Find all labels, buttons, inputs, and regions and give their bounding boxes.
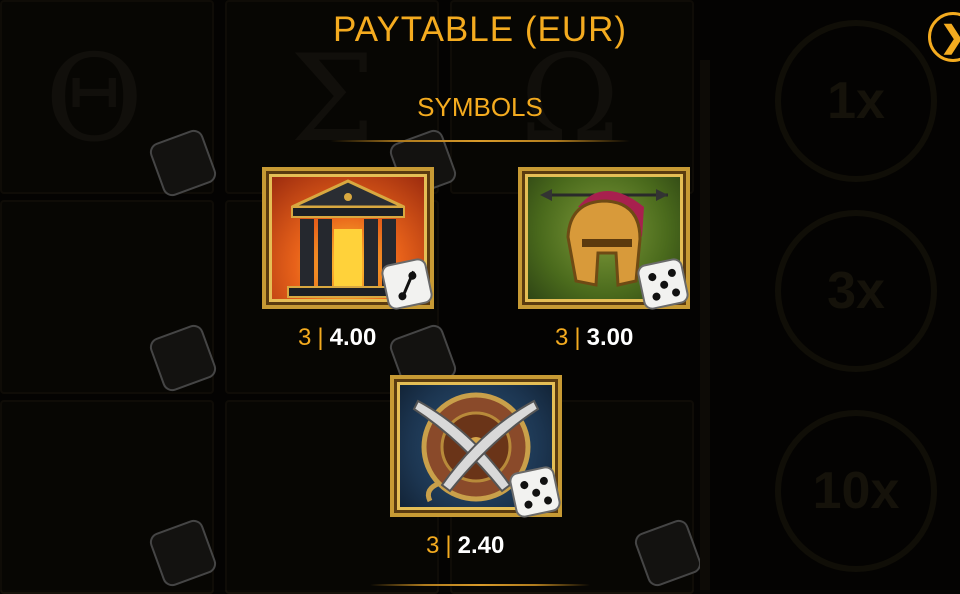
dice-icon bbox=[635, 256, 691, 312]
payout-row-swords: 3 | 2.40 bbox=[426, 532, 504, 560]
separator: | bbox=[574, 324, 581, 351]
section-divider bbox=[330, 140, 630, 142]
symbol-count: 3 bbox=[426, 532, 440, 559]
dice-icon bbox=[379, 256, 435, 312]
symbol-count: 3 bbox=[298, 324, 312, 351]
symbol-spartan-helmet-icon bbox=[518, 167, 691, 312]
bottom-divider bbox=[370, 584, 590, 586]
payout-value: 3.00 bbox=[586, 324, 634, 351]
symbol-crossed-swords-shield-icon bbox=[390, 375, 563, 520]
section-title-symbols: SYMBOLS bbox=[417, 92, 543, 122]
separator: | bbox=[317, 324, 324, 351]
symbol-count: 3 bbox=[555, 324, 569, 351]
payout-value: 4.00 bbox=[329, 324, 377, 351]
dice-icon bbox=[507, 464, 563, 520]
close-chevron-icon: ❯ bbox=[940, 20, 960, 55]
payout-row-helmet: 3 | 3.00 bbox=[555, 324, 633, 352]
separator: | bbox=[445, 532, 452, 559]
symbol-temple-icon bbox=[262, 167, 435, 312]
payout-row-temple: 3 | 4.00 bbox=[298, 324, 376, 352]
payout-value: 2.40 bbox=[457, 532, 505, 559]
paytable-title: PAYTABLE (EUR) bbox=[332, 10, 628, 49]
